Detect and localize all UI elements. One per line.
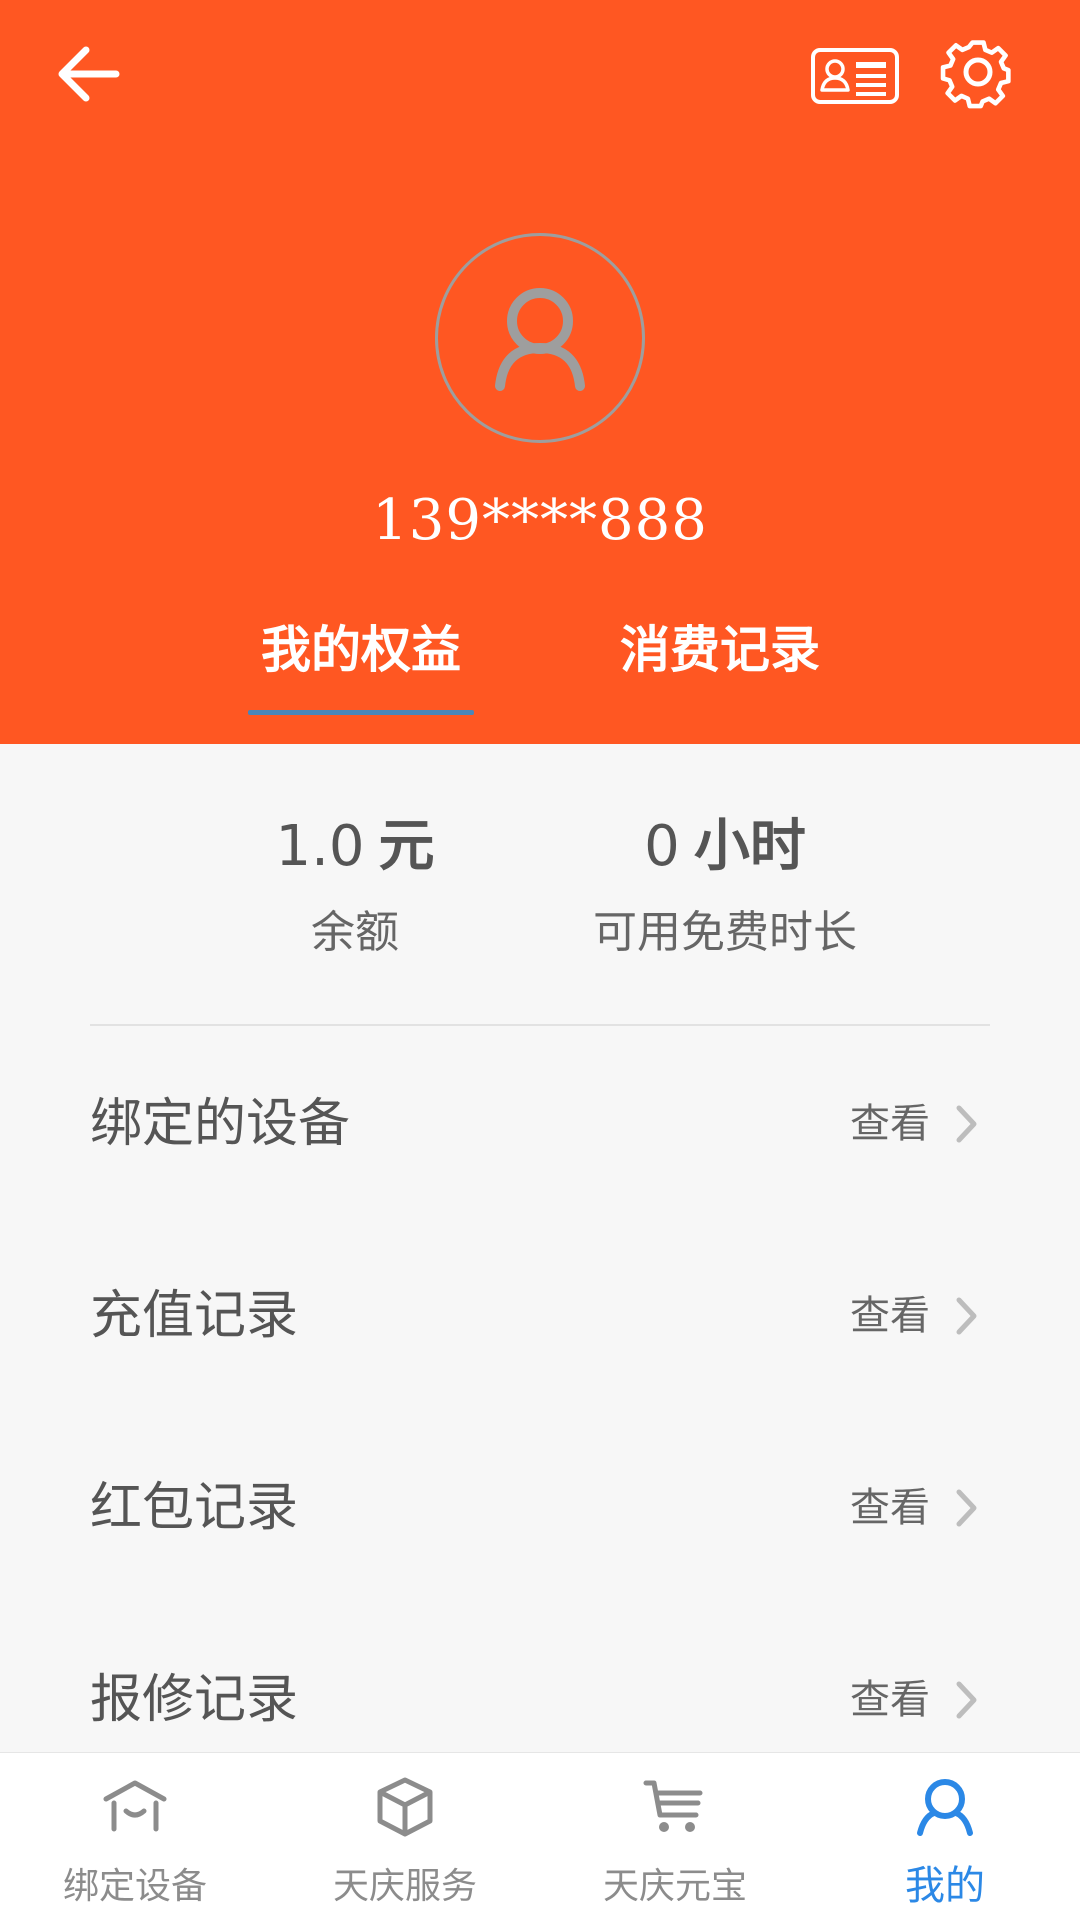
home-hat-icon [103, 1780, 167, 1832]
chevron-right-icon [956, 1105, 977, 1143]
view-link[interactable]: 查看 [850, 1220, 930, 1412]
back-button[interactable] [52, 38, 124, 110]
free-time-stat: 0 小时 可用免费时长 [560, 810, 890, 960]
balance-value-line: 1.0 元 [250, 810, 460, 884]
balance-stat: 1.0 元 余额 [250, 810, 460, 960]
chevron-right-icon [956, 1297, 977, 1335]
nav-label: 我的 [905, 1863, 985, 1909]
box-icon [377, 1777, 433, 1837]
nav-mine[interactable]: 我的 [810, 1753, 1080, 1921]
arrow-left-icon [58, 46, 120, 102]
free-time-unit: 小时 [693, 814, 806, 879]
free-time-label: 可用免费时长 [593, 907, 857, 958]
nav-label: 绑定设备 [62, 1866, 207, 1907]
nav-label: 天庆元宝 [602, 1866, 747, 1907]
balance-unit: 元 [378, 814, 435, 879]
tab-bar: 我的权益 消费记录 [0, 610, 1080, 744]
nav-label: 天庆服务 [332, 1866, 477, 1907]
tab-consumption-records[interactable]: 消费记录 [600, 610, 840, 744]
nav-bind-device[interactable]: 绑定设备 [0, 1753, 270, 1921]
cart-icon [643, 1780, 703, 1832]
list-item-recharge-records[interactable]: 充值记录 查看 [0, 1220, 1080, 1412]
stats-panel: 1.0 元 余额 0 小时 可用免费时长 [0, 810, 1080, 970]
list-item-title: 红包记录 [90, 1478, 299, 1538]
nav-tianqing-service[interactable]: 天庆服务 [270, 1753, 540, 1921]
free-time-value-line: 0 小时 [560, 810, 890, 884]
tab-indicator [248, 710, 474, 715]
gear-icon [940, 40, 1011, 109]
settings-button[interactable] [940, 34, 1016, 110]
list-item-red-packet-records[interactable]: 红包记录 查看 [0, 1412, 1080, 1604]
chevron-right-icon [956, 1681, 977, 1719]
user-icon [917, 1779, 973, 1836]
balance-value: 1.0 [275, 814, 365, 879]
user-placeholder-icon [495, 288, 585, 391]
bottom-nav: 绑定设备 天庆服务 天庆元宝 我的 [0, 1752, 1080, 1921]
list-item-title: 充值记录 [90, 1286, 299, 1346]
balance-label: 余额 [311, 907, 399, 958]
id-card-icon [811, 48, 899, 104]
list-item-bound-devices[interactable]: 绑定的设备 查看 [0, 1028, 1080, 1220]
tab-my-rights[interactable]: 我的权益 [248, 610, 474, 744]
view-link[interactable]: 查看 [850, 1028, 930, 1220]
list-item-title: 绑定的设备 [90, 1094, 351, 1154]
id-card-button[interactable] [810, 42, 900, 108]
free-time-value: 0 [644, 814, 680, 879]
nav-tianqing-yuanbao[interactable]: 天庆元宝 [540, 1753, 810, 1921]
view-link[interactable]: 查看 [850, 1412, 930, 1604]
phone-number: 139****888 [372, 488, 708, 553]
avatar[interactable] [435, 233, 645, 443]
chevron-right-icon [956, 1489, 977, 1527]
divider [90, 1024, 990, 1026]
profile-header: 139****888 我的权益 消费记录 [0, 0, 1080, 744]
